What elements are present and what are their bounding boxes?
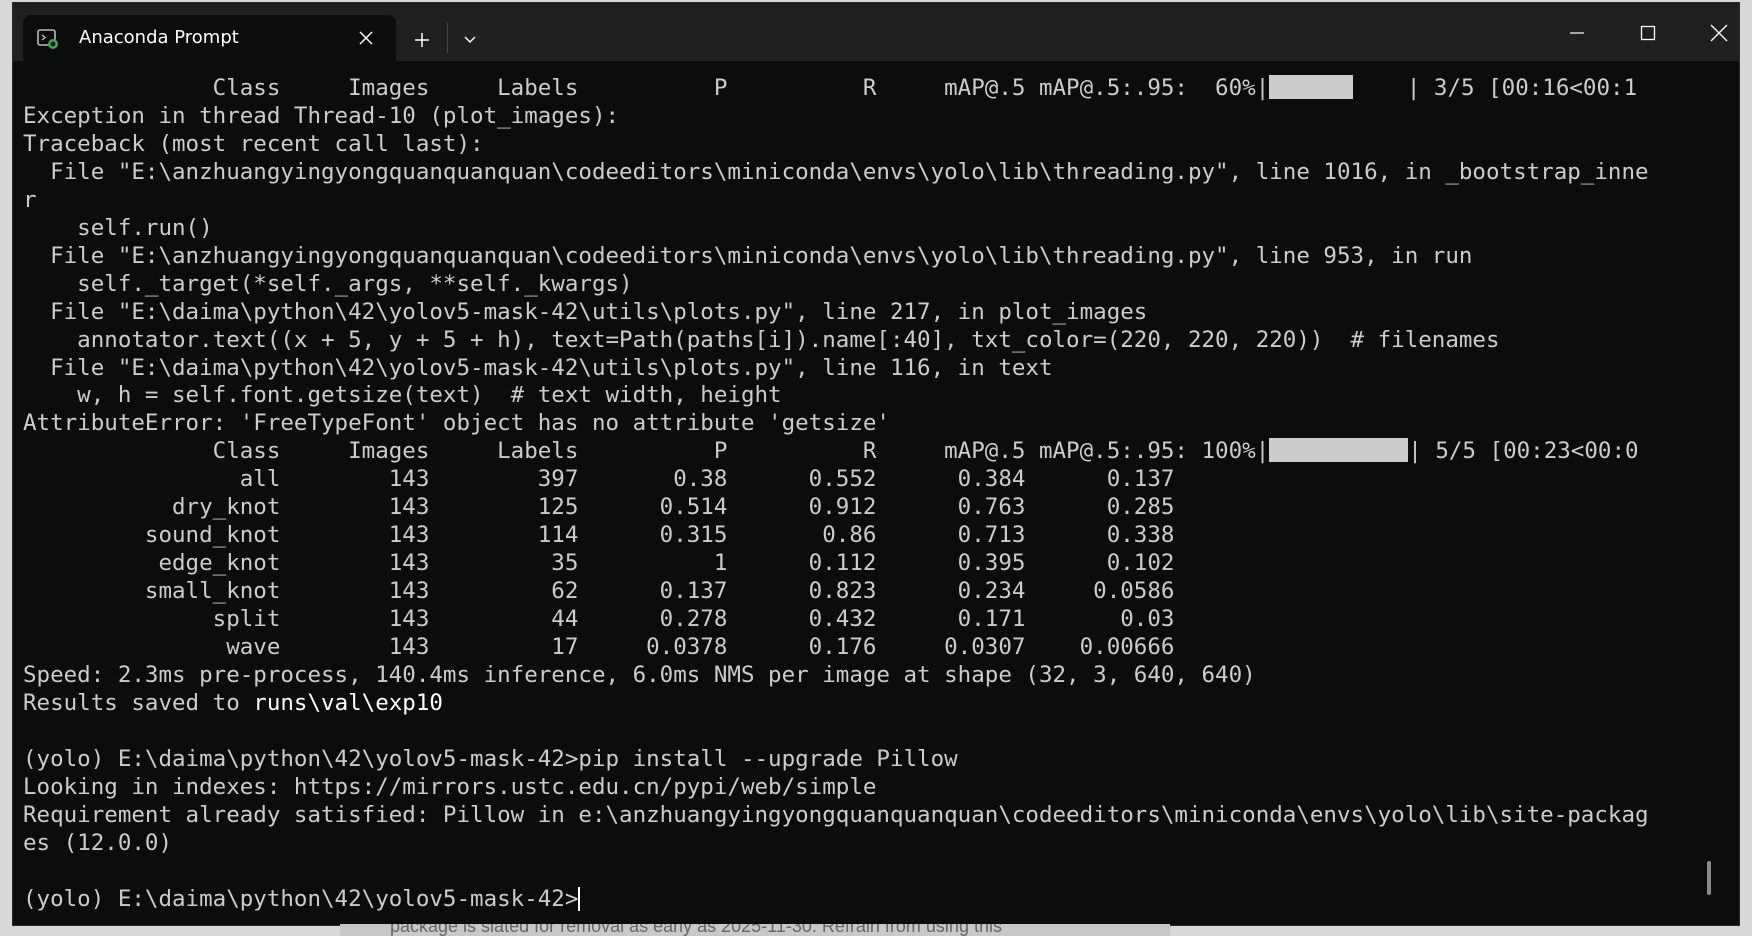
chevron-down-icon[interactable] bbox=[455, 25, 485, 55]
terminal-text: Class Images Labels P R mAP@.5 mAP@.5:.9… bbox=[23, 75, 1649, 914]
results-row: wave 143 17 0.0378 0.176 0.0307 0.00666 bbox=[23, 634, 1175, 661]
results-saved-label: Results saved to bbox=[23, 689, 254, 716]
terminal-line: r bbox=[23, 186, 37, 213]
scrollbar[interactable] bbox=[1707, 861, 1711, 895]
prompt: (yolo) E:\daima\python\42\yolov5-mask-42… bbox=[23, 885, 579, 912]
results-row: split 143 44 0.278 0.432 0.171 0.03 bbox=[23, 606, 1175, 633]
background-window-text: package is slated for removal as early a… bbox=[340, 924, 1170, 936]
maximize-icon[interactable] bbox=[1625, 13, 1671, 53]
title-bar: Anaconda Prompt bbox=[13, 3, 1739, 61]
results-row: sound_knot 143 114 0.315 0.86 0.713 0.33… bbox=[23, 522, 1175, 549]
terminal-line: File "E:\daima\python\42\yolov5-mask-42\… bbox=[23, 298, 1148, 325]
progress-text: | 5/5 [00:23<00:0 bbox=[1408, 438, 1639, 465]
results-row: all 143 397 0.38 0.552 0.384 0.137 bbox=[23, 466, 1175, 493]
progress-bar-60 bbox=[1269, 75, 1353, 99]
terminal-line: annotator.text((x + 5, y + 5 + h), text=… bbox=[23, 326, 1500, 353]
terminal-line: es (12.0.0) bbox=[23, 829, 173, 856]
progress-bar-100 bbox=[1269, 438, 1409, 463]
results-saved-path: runs\val\exp10 bbox=[253, 689, 443, 716]
terminal-window: Anaconda Prompt Class Images Labels P R … bbox=[12, 2, 1740, 926]
terminal-line: self._target(*self._args, **self._kwargs… bbox=[23, 270, 633, 297]
tab-divider bbox=[447, 23, 448, 53]
terminal-output[interactable]: Class Images Labels P R mAP@.5 mAP@.5:.9… bbox=[13, 75, 1723, 925]
results-row: small_knot 143 62 0.137 0.823 0.234 0.05… bbox=[23, 578, 1175, 605]
plus-icon[interactable] bbox=[407, 25, 437, 55]
terminal-line: Looking in indexes: https://mirrors.ustc… bbox=[23, 773, 877, 800]
terminal-line: w, h = self.font.getsize(text) # text wi… bbox=[23, 382, 782, 409]
terminal-line: Exception in thread Thread-10 (plot_imag… bbox=[23, 102, 620, 129]
speed-line: Speed: 2.3ms pre-process, 140.4ms infere… bbox=[23, 662, 1256, 689]
terminal-line: Class Images Labels P R mAP@.5 mAP@.5:.9… bbox=[23, 75, 1270, 101]
results-row: dry_knot 143 125 0.514 0.912 0.763 0.285 bbox=[23, 494, 1175, 521]
text-cursor bbox=[578, 886, 581, 911]
terminal-line: Requirement already satisfied: Pillow in… bbox=[23, 801, 1649, 828]
progress-text: | 3/5 [00:16<00:1 bbox=[1352, 75, 1638, 101]
close-icon[interactable] bbox=[1696, 13, 1739, 53]
terminal-line: File "E:\anzhuangyingyongquanquanquan\co… bbox=[23, 242, 1473, 269]
terminal-line: Traceback (most recent call last): bbox=[23, 130, 484, 157]
tab-title: Anaconda Prompt bbox=[79, 27, 239, 48]
results-row: edge_knot 143 35 1 0.112 0.395 0.102 bbox=[23, 550, 1175, 577]
tab-anaconda-prompt[interactable]: Anaconda Prompt bbox=[23, 15, 396, 61]
terminal-line: File "E:\daima\python\42\yolov5-mask-42\… bbox=[23, 354, 1053, 381]
terminal-line: Class Images Labels P R mAP@.5 mAP@.5:.9… bbox=[23, 438, 1270, 465]
terminal-line: self.run() bbox=[23, 214, 213, 241]
terminal-line: File "E:\anzhuangyingyongquanquanquan\co… bbox=[23, 158, 1649, 185]
close-icon[interactable] bbox=[355, 27, 377, 49]
error-line: AttributeError: 'FreeTypeFont' object ha… bbox=[23, 410, 890, 437]
command-line: (yolo) E:\daima\python\42\yolov5-mask-42… bbox=[23, 745, 958, 772]
minimize-icon[interactable] bbox=[1554, 13, 1600, 53]
terminal-icon bbox=[37, 28, 59, 49]
